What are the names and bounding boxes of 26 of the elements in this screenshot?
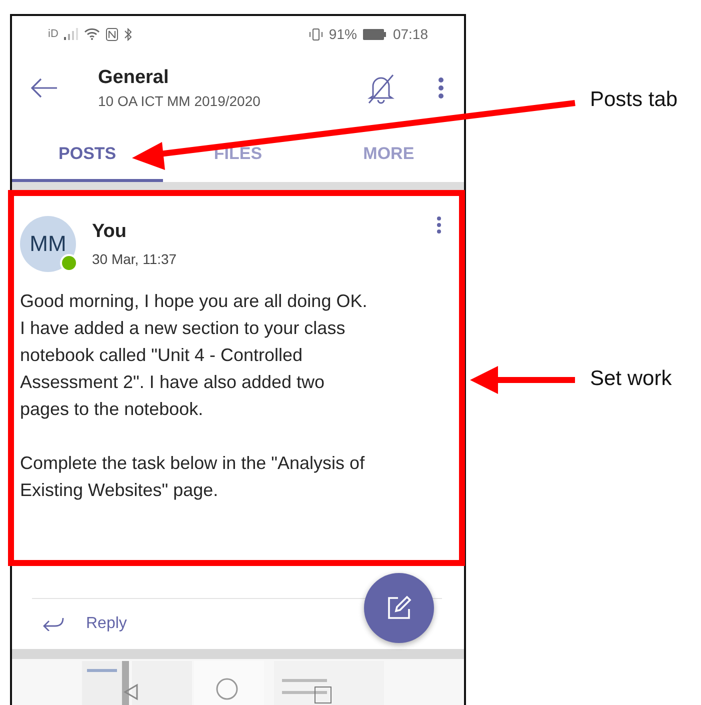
back-button[interactable] bbox=[30, 78, 58, 98]
reply-icon bbox=[42, 617, 64, 631]
signal-icon bbox=[64, 28, 78, 40]
carrier-label: iD bbox=[48, 28, 58, 40]
bluetooth-icon bbox=[124, 28, 132, 40]
muted-bell-button[interactable] bbox=[366, 72, 396, 104]
clock: 07:18 bbox=[392, 26, 428, 42]
author-name: You bbox=[92, 221, 128, 243]
post-paragraph: Complete the task below in the "Analysis of Existing Websites" page. bbox=[20, 452, 366, 502]
nfc-icon bbox=[106, 28, 118, 40]
post-options-button[interactable] bbox=[436, 216, 442, 234]
battery-icon bbox=[362, 28, 387, 40]
vibrate-icon bbox=[308, 28, 323, 40]
channel-title: General bbox=[98, 67, 170, 89]
compose-icon bbox=[386, 595, 412, 621]
post-paragraph: Good morning, I hope you are all doing OK. I have added a new section to your class notebook called "Unit 4 - Controlled Assessment 2". I have also added two pages to the notebook. bbox=[20, 290, 368, 421]
reply-button[interactable]: Reply bbox=[86, 615, 127, 633]
annotation-label: Posts tab bbox=[590, 88, 678, 112]
team-name: 10 OA ICT MM 2019/2020 bbox=[98, 93, 262, 109]
avatar: MM bbox=[20, 216, 76, 272]
annotation-label: Set work bbox=[590, 367, 672, 391]
post-time: 30 Mar, 11:37 bbox=[92, 251, 178, 267]
wifi-icon bbox=[84, 28, 100, 40]
battery-percent: 91% bbox=[328, 26, 357, 42]
compose-button[interactable] bbox=[364, 573, 434, 643]
more-options-button[interactable] bbox=[438, 77, 444, 99]
